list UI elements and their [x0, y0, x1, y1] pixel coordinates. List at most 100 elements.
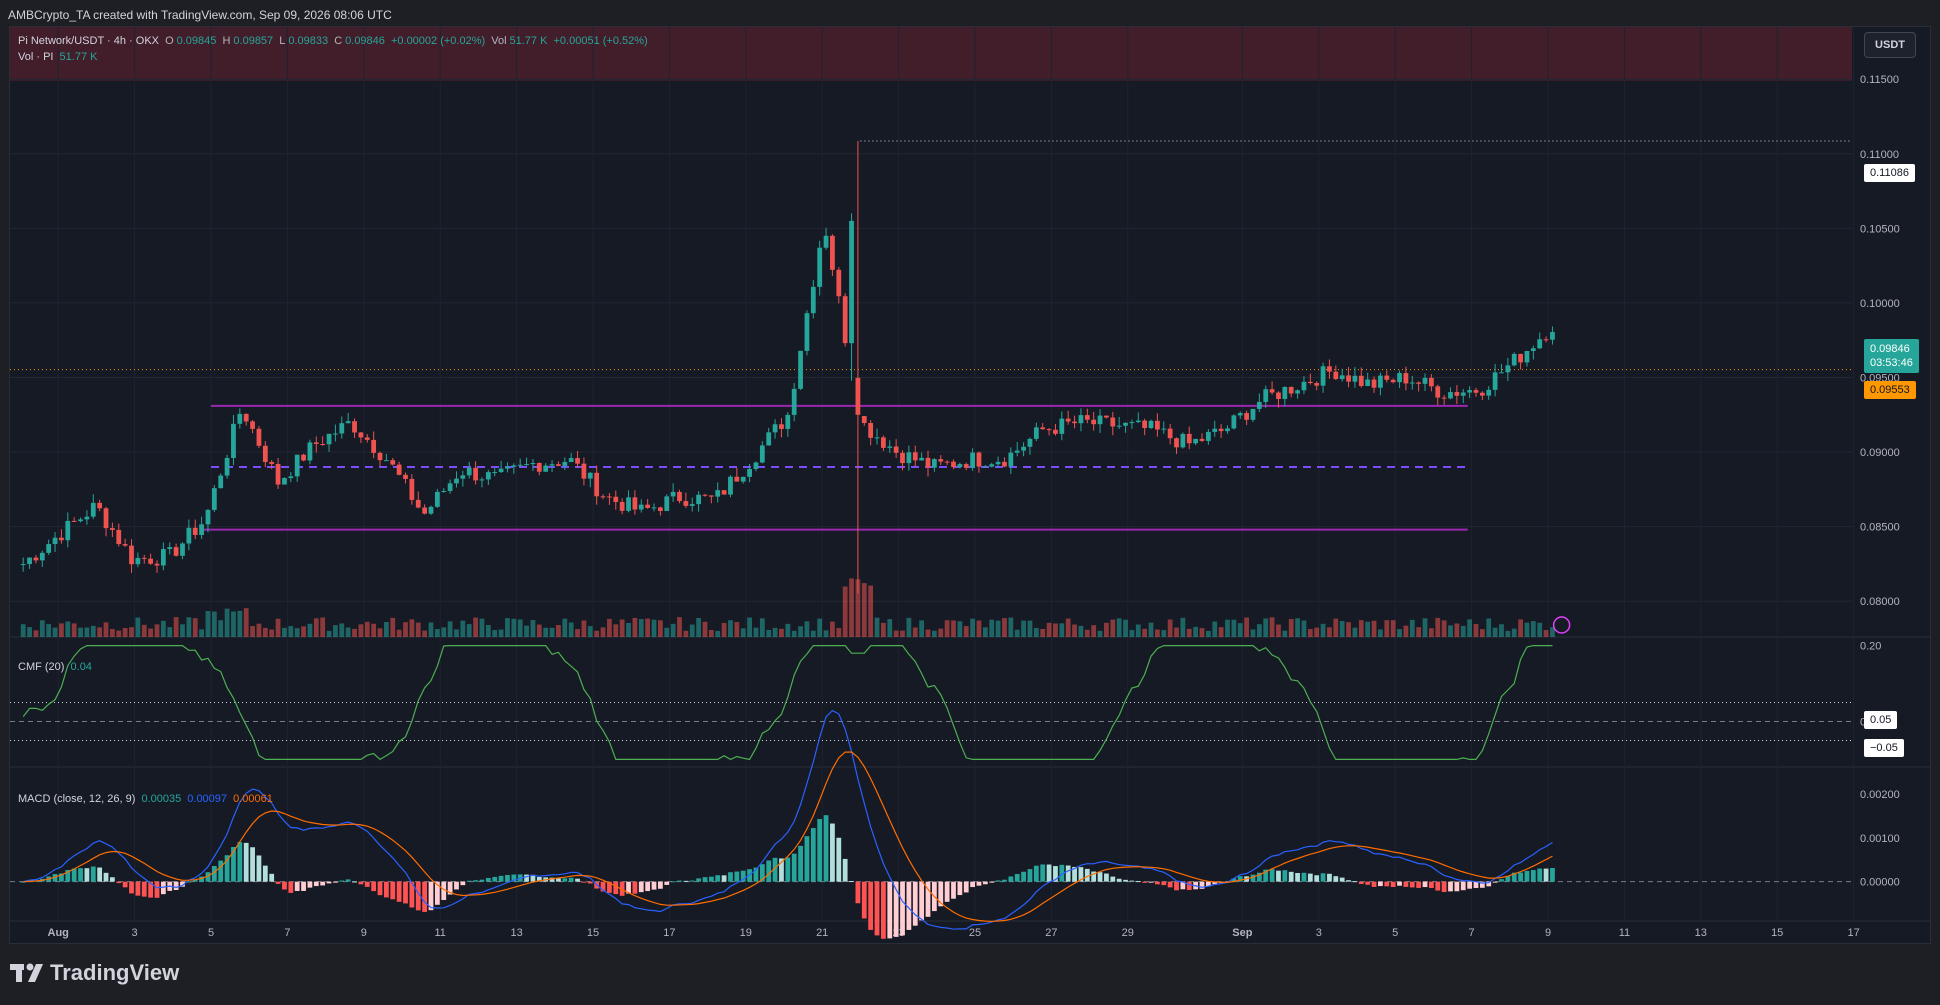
macd-histogram-bar	[97, 867, 103, 882]
cmf-value: 0.04	[70, 661, 92, 673]
candle-body	[664, 496, 670, 511]
macd-histogram-bar	[1288, 871, 1294, 882]
candle-body	[384, 460, 389, 462]
volume-bar	[1180, 617, 1186, 637]
volume-bar	[282, 627, 287, 637]
volume-bar	[919, 620, 925, 637]
volume-bar	[607, 618, 612, 637]
volume-bar	[849, 578, 854, 637]
candle-body	[830, 235, 835, 270]
cmf-legend: CMF (20) 0.04	[18, 661, 95, 673]
macd-histogram-bar	[957, 881, 963, 896]
macd-histogram-bar	[122, 881, 128, 888]
candle-body	[275, 463, 281, 485]
volume-bar	[1256, 624, 1262, 637]
macd-histogram-bar	[804, 836, 810, 882]
macd-histogram-bar	[1135, 881, 1141, 883]
macd-histogram-bar	[460, 881, 466, 886]
candle-body	[205, 509, 211, 525]
macd-histogram-bar	[524, 874, 529, 882]
volume-bar	[549, 627, 555, 637]
candle-body	[396, 464, 402, 475]
volume-bar	[454, 629, 459, 637]
volume-bar	[881, 622, 886, 637]
volume-bar	[447, 621, 453, 637]
candle-body	[1397, 373, 1402, 383]
volume-bar	[1116, 618, 1122, 637]
volume-bar	[345, 627, 351, 637]
chart-canvas[interactable]: 0.115000.110000.105000.100000.095000.090…	[10, 27, 1930, 943]
volume-bar	[632, 617, 638, 637]
candle-body	[549, 464, 555, 466]
macd-histogram-bar	[1002, 879, 1007, 882]
volume-bar	[868, 585, 874, 637]
candle-body	[1409, 382, 1415, 384]
macd-histogram-bar	[1033, 865, 1039, 882]
macd-histogram-bar	[110, 877, 115, 882]
candle-body	[39, 552, 45, 561]
candle-body	[294, 454, 300, 477]
macd-histogram-bar	[422, 881, 428, 912]
candle-body	[1524, 351, 1530, 363]
candle-body	[1543, 339, 1549, 341]
macd-histogram-bar	[1365, 881, 1371, 885]
candle-body	[568, 458, 574, 462]
macd-histogram-bar	[390, 881, 396, 900]
macd-histogram-bar	[951, 881, 956, 899]
candle-body	[613, 496, 619, 502]
candle-body	[154, 563, 160, 566]
macd-label[interactable]: MACD (close, 12, 26, 9)	[18, 793, 135, 805]
candle-body	[434, 491, 440, 507]
volume-bar	[1390, 620, 1396, 637]
candle-body	[364, 437, 370, 440]
cmf-label[interactable]: CMF (20)	[18, 661, 64, 673]
macd-histogram-bar	[1422, 881, 1428, 888]
candle-body	[135, 557, 141, 565]
price-tick-label: 0.09000	[1860, 447, 1900, 459]
volume-bar	[728, 620, 733, 637]
symbol-label[interactable]: Pi Network/USDT · 4h · OKX	[18, 35, 159, 47]
volume-bar	[498, 629, 504, 637]
macd-histogram-bar	[1448, 881, 1453, 892]
macd-histogram-bar	[1454, 881, 1460, 892]
candle-body	[1486, 389, 1492, 396]
volume-label[interactable]: Vol · PI	[18, 51, 53, 63]
macd-histogram-bar	[1327, 873, 1332, 882]
volume-bar	[1046, 622, 1052, 637]
macd-histogram-bar	[1116, 878, 1122, 882]
volume-bar	[294, 628, 300, 637]
candle-body	[900, 452, 905, 464]
candle-body	[626, 497, 631, 511]
level-price-tag: 0.09553	[1864, 381, 1916, 399]
low-label: L	[279, 35, 286, 47]
macd-histogram-bar	[766, 860, 772, 882]
macd-histogram-bar	[912, 881, 918, 926]
macd-histogram-bar	[1416, 881, 1422, 888]
volume-bar	[759, 618, 765, 637]
candle-body	[1129, 422, 1135, 424]
volume-bar	[1186, 628, 1192, 637]
candle-body	[1104, 415, 1109, 418]
volume-bar	[1104, 622, 1109, 637]
candle-body	[1244, 413, 1249, 420]
tradingview-logo[interactable]: TradingView	[10, 960, 179, 986]
macd-histogram-bar	[645, 881, 651, 892]
alert-icon[interactable]	[1552, 616, 1571, 634]
volume-bar	[1123, 619, 1128, 637]
volume-bar	[33, 630, 39, 637]
macd-histogram-bar	[1397, 881, 1402, 886]
currency-button[interactable]: USDT	[1864, 32, 1916, 58]
volume-bar	[460, 620, 466, 637]
candle-body	[607, 496, 612, 498]
volume-bar	[1435, 617, 1441, 637]
macd-histogram-bar	[250, 847, 255, 882]
price-tick-label: 0.11000	[1860, 149, 1899, 161]
macd-histogram-bar	[479, 879, 485, 882]
volume-bar	[1288, 619, 1294, 637]
candle-body	[766, 432, 772, 446]
macd-histogram-bar	[275, 881, 281, 884]
candle-body	[759, 445, 765, 463]
chart-frame[interactable]: 0.11500 0.11000 0.10500 0.10000 0.09500 0.090…	[9, 26, 1931, 944]
macd-histogram-bar	[1142, 881, 1148, 883]
candle-body	[982, 466, 988, 468]
